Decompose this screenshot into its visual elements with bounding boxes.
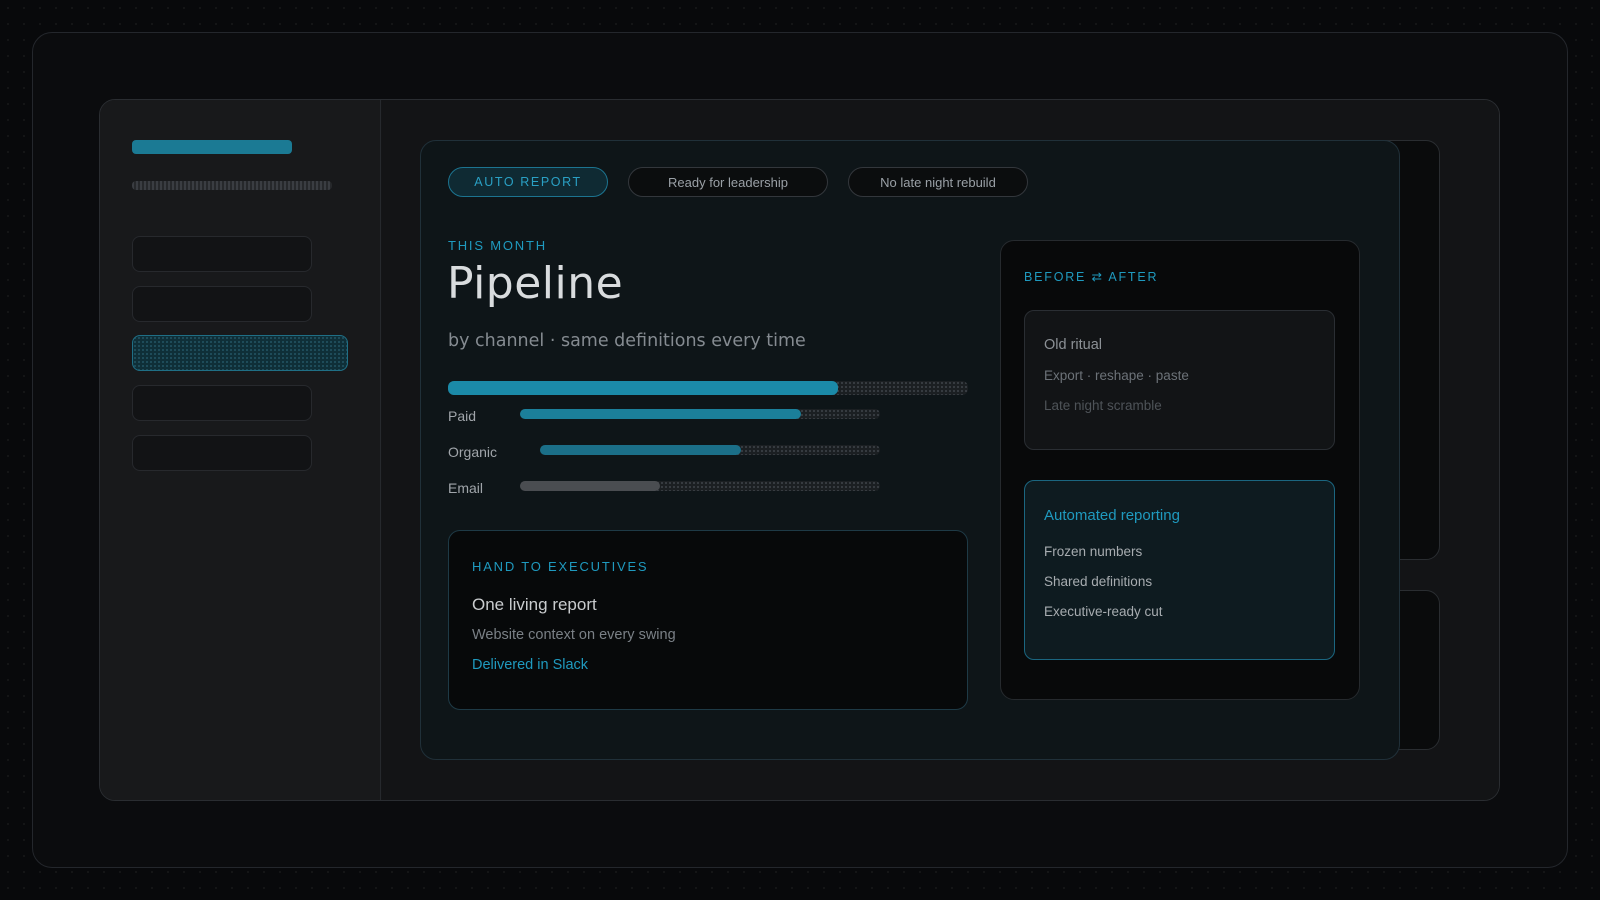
sidebar-item-active[interactable] [132,335,348,371]
sidebar-item-2[interactable] [132,286,312,322]
executive-card [448,530,968,710]
automated-item-2: Shared definitions [1044,574,1153,589]
executive-card-detail: Website context on every swing [472,627,676,643]
sidebar-item-1[interactable] [132,236,312,272]
sidebar-item-4[interactable] [132,385,312,421]
period-eyebrow: THIS MONTH [448,238,547,253]
sidebar-title-placeholder [132,140,292,154]
channel-label-email: Email [448,480,484,496]
chip-ready-for-leadership[interactable]: Ready for leadership [628,167,828,197]
page-subtitle: by channel · same definitions every time [448,331,806,351]
chip-auto-report[interactable]: AUTO REPORT [448,167,608,197]
automated-reporting-title: Automated reporting [1044,507,1180,524]
channel-track-paid [520,409,880,419]
overall-progress-track [448,381,968,395]
executive-eyebrow: HAND TO EXECUTIVES [472,559,649,574]
sidebar-item-5[interactable] [132,435,312,471]
channel-track-organic [540,445,880,455]
channel-track-email [520,481,880,491]
channel-label-paid: Paid [448,408,477,424]
before-after-eyebrow: BEFORE ⇄ AFTER [1024,270,1159,284]
automated-item-1: Frozen numbers [1044,544,1143,559]
chip-no-late-night-rebuild[interactable]: No late night rebuild [848,167,1028,197]
overall-progress-fill [448,381,838,395]
sidebar [100,100,381,800]
executive-card-title: One living report [472,595,597,614]
old-ritual-line-1: Export · reshape · paste [1044,368,1189,383]
old-ritual-line-2: Late night scramble [1044,398,1162,413]
channel-fill-email [520,481,661,491]
sidebar-subtitle-placeholder [132,181,332,190]
delivered-in-slack-link[interactable]: Delivered in Slack [472,657,588,673]
automated-item-3: Executive-ready cut [1044,604,1163,619]
page-title: Pipeline [447,258,624,309]
channel-label-organic: Organic [448,444,498,460]
old-ritual-title: Old ritual [1044,337,1103,353]
channel-fill-organic [540,445,741,455]
channel-fill-paid [520,409,801,419]
